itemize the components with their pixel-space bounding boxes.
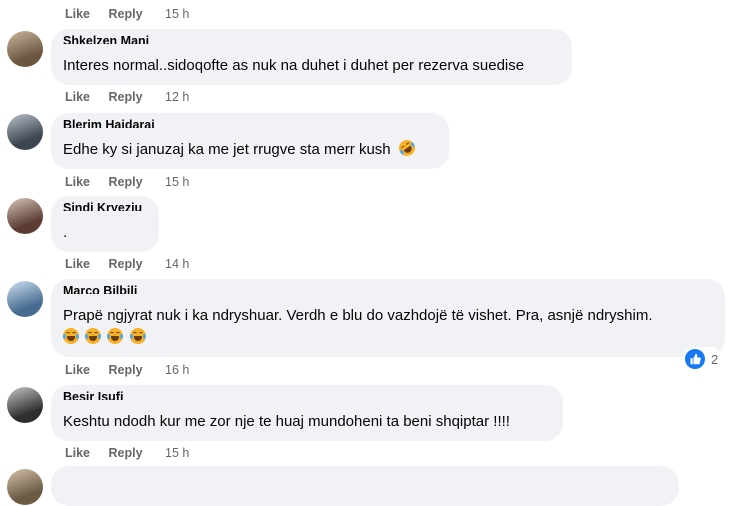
reaction-count: 2 — [711, 351, 719, 367]
reply-link[interactable]: Reply — [109, 363, 143, 377]
face-with-tears-of-joy-icon — [107, 328, 124, 344]
comment-actions: Like Reply 15 h — [65, 175, 189, 189]
avatar[interactable] — [7, 281, 43, 317]
like-link[interactable]: Like — [65, 175, 90, 189]
reply-link[interactable]: Reply — [109, 257, 143, 271]
reply-link[interactable]: Reply — [109, 90, 143, 104]
comment-text: . — [63, 224, 68, 241]
comment-time[interactable]: 14 h — [165, 257, 189, 271]
comment-time[interactable]: 15 h — [165, 7, 189, 21]
face-with-tears-of-joy-icon — [63, 328, 79, 344]
like-link[interactable]: Like — [65, 90, 90, 104]
comment-bubble: Blerim Hajdaraj Edhe ky si januzaj ka me… — [51, 113, 449, 169]
comment-text: Prapë ngjyrat nuk i ka ndryshuar. Verdh … — [63, 307, 653, 324]
comment-bubble — [51, 466, 679, 506]
comment-actions: Like Reply 15 h — [65, 7, 189, 21]
comment-author[interactable]: Marco Bilbili — [63, 284, 713, 294]
reply-link[interactable]: Reply — [109, 446, 143, 460]
comment-author[interactable]: Blerim Hajdaraj — [63, 118, 437, 128]
comment-text: Keshtu ndodh kur me zor nje te huaj mund… — [63, 413, 510, 430]
comment-time[interactable]: 15 h — [165, 175, 189, 189]
emoji-row — [63, 328, 713, 348]
comment-bubble: Shkelzen Mani Interes normal..sidoqofte … — [51, 29, 572, 85]
comment-time[interactable]: 15 h — [165, 446, 189, 460]
avatar[interactable] — [7, 31, 43, 67]
face-with-tears-of-joy-icon — [85, 328, 102, 344]
comment-author[interactable]: Shkelzen Mani — [63, 34, 560, 44]
comment-bubble: Marco Bilbili Prapë ngjyrat nuk i ka ndr… — [51, 279, 725, 357]
comment-author[interactable]: Besir Isufi — [63, 390, 551, 400]
like-link[interactable]: Like — [65, 363, 90, 377]
avatar[interactable] — [7, 198, 43, 234]
comment-bubble: Besir Isufi Keshtu ndodh kur me zor nje … — [51, 385, 563, 441]
comment-time[interactable]: 16 h — [165, 363, 189, 377]
avatar[interactable] — [7, 469, 43, 505]
comment-actions: Like Reply 16 h — [65, 363, 189, 377]
comment-actions: Like Reply 12 h — [65, 90, 189, 104]
comment-actions: Like Reply 15 h — [65, 446, 189, 460]
avatar[interactable] — [7, 114, 43, 150]
comment-time[interactable]: 12 h — [165, 90, 189, 104]
rolling-on-floor-laughing-icon — [395, 136, 418, 160]
like-reaction-icon — [685, 349, 705, 369]
comment-author[interactable]: Sindi Kryeziu — [63, 201, 147, 211]
like-link[interactable]: Like — [65, 7, 90, 21]
comment-bubble: Sindi Kryeziu . — [51, 196, 159, 252]
reply-link[interactable]: Reply — [109, 7, 143, 21]
comment-actions: Like Reply 14 h — [65, 257, 189, 271]
comment-text: Edhe ky si januzaj ka me jet rrugve sta … — [63, 136, 437, 160]
like-link[interactable]: Like — [65, 446, 90, 460]
face-with-tears-of-joy-icon — [129, 328, 146, 344]
reply-link[interactable]: Reply — [109, 175, 143, 189]
reaction-summary[interactable]: 2 — [683, 347, 723, 371]
comment-text-content: Edhe ky si januzaj ka me jet rrugve sta … — [63, 141, 391, 158]
comment-text: Interes normal..sidoqofte as nuk na duhe… — [63, 57, 525, 74]
avatar[interactable] — [7, 387, 43, 423]
like-link[interactable]: Like — [65, 257, 90, 271]
